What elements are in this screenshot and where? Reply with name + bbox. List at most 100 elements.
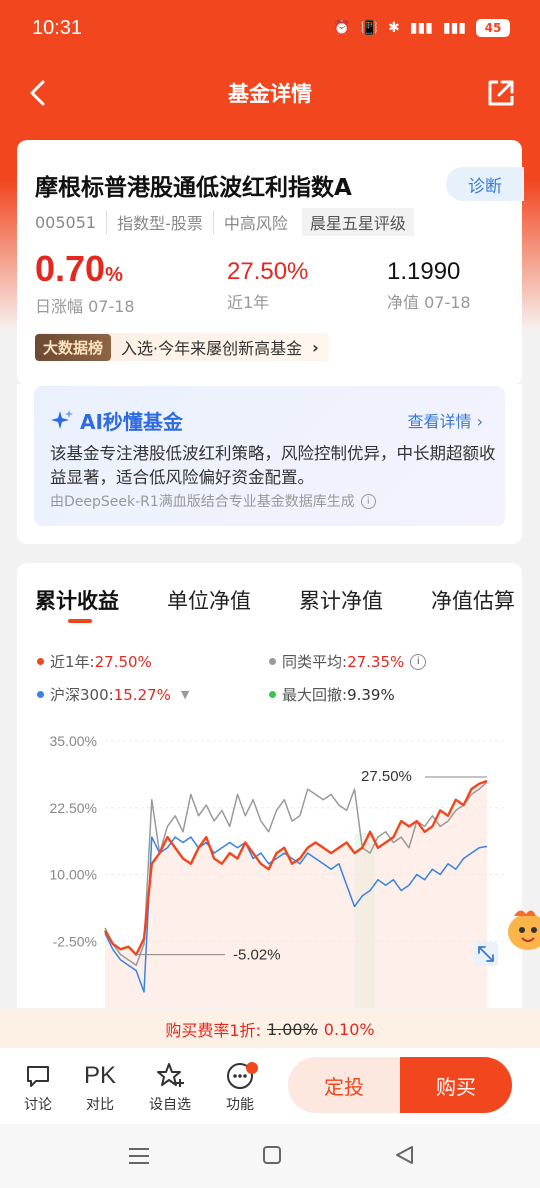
ai-summary-card: AI秒懂基金 查看详情 › 该基金专注港股低波红利策略，风险控制优异，中长期超额… <box>17 384 522 544</box>
fund-summary-card: 摩根标普港股通低波红利指数A 诊断 005051 指数型-股票 中高风险 晨星五… <box>17 140 524 385</box>
ai-view-details-link[interactable]: 查看详情 › <box>408 408 484 432</box>
bigdata-badge: 大数据榜 <box>35 333 112 361</box>
sparkle-icon <box>51 409 73 429</box>
legend-hs300[interactable]: 沪深300: 15.27% ▼ <box>37 684 189 705</box>
one-year-value: 27.50% <box>227 258 309 285</box>
diagnose-button[interactable]: 诊断 <box>446 167 524 201</box>
tab-cumulative-nav[interactable]: 累计净值 <box>299 585 383 615</box>
fixed-investment-button[interactable]: 定投 <box>288 1057 400 1113</box>
fund-area-fill <box>105 781 487 1008</box>
daily-change-value: 0.70 <box>35 248 106 289</box>
status-time: 10:31 <box>32 17 83 39</box>
fund-rating: 晨星五星评级 <box>301 208 414 236</box>
fund-tags: 005051 指数型-股票 中高风险 晨星五星评级 <box>35 208 414 236</box>
one-year-label: 近1年 <box>227 293 270 312</box>
bigdata-ranking-banner[interactable]: 大数据榜 入选·今年来屡创新高基金 › <box>35 333 329 361</box>
home-icon[interactable] <box>262 1145 282 1165</box>
function-button[interactable]: 功能 <box>218 1060 262 1114</box>
chat-bubble-icon <box>27 1066 49 1087</box>
pk-icon: PK <box>83 1062 116 1089</box>
ai-summary-text: 该基金专注港股低波红利策略，风险控制优异，中长期超额收益显著，适合低风险偏好资金… <box>50 444 496 487</box>
function-label: 功能 <box>226 1097 254 1113</box>
min-annotation-label: -5.02% <box>233 947 281 964</box>
buy-button[interactable]: 购买 <box>400 1057 512 1113</box>
star-plus-icon <box>157 1063 184 1087</box>
legend-hs300-value: 15.27% <box>113 685 171 704</box>
ai-source-text: 由DeepSeek-R1满血版结合专业基金数据库生成 <box>50 494 355 510</box>
signal-5g-icon: ▮▮▮ <box>409 20 433 36</box>
ai-source: 由DeepSeek-R1满血版结合专业基金数据库生成 i <box>50 491 376 511</box>
add-watchlist-button[interactable]: 设自选 <box>148 1060 192 1114</box>
fee-original: 1.00% <box>266 1019 318 1039</box>
info-icon[interactable]: i <box>360 493 376 509</box>
compare-button[interactable]: PK 对比 <box>78 1060 122 1114</box>
fund-type: 指数型-股票 <box>106 210 213 234</box>
legend-fund-label: 近1年: <box>50 653 95 671</box>
y-tick-label: 35.00% <box>50 733 97 749</box>
bottom-action-bar: 讨论 PK 对比 设自选 功能 定投 购买 <box>0 1048 540 1124</box>
ai-title-text: AI秒懂基金 <box>80 410 183 434</box>
y-tick-label: 22.50% <box>50 800 97 816</box>
discuss-button[interactable]: 讨论 <box>16 1060 60 1114</box>
bluetooth-icon: ✱ <box>388 20 400 36</box>
y-tick-label: 10.00% <box>50 867 97 883</box>
nav-label: 净值 07-18 <box>387 293 471 312</box>
chevron-right-icon: › <box>312 337 319 357</box>
back-triangle-icon[interactable] <box>394 1145 414 1165</box>
ai-title: AI秒懂基金 <box>50 406 183 435</box>
nav-metric: 1.1990 净值 07-18 <box>387 248 471 313</box>
legend-hs300-label: 沪深300: <box>50 686 114 704</box>
battery-icon: 45 <box>476 19 510 37</box>
compare-label: 对比 <box>86 1097 114 1113</box>
mascot-icon[interactable] <box>500 902 540 958</box>
end-annotation-label: 27.50% <box>361 768 412 785</box>
bigdata-text: 入选·今年来屡创新高基金 <box>121 339 303 358</box>
status-bar: 10:31 ⏰ 📳 ✱ ▮▮▮ ▮▮▮ 45 <box>0 0 540 58</box>
nav-value: 1.1990 <box>387 258 461 285</box>
daily-change-metric: 0.70% 日涨幅 07-18 <box>35 248 135 317</box>
fee-discounted: 0.10% <box>323 1019 375 1039</box>
page-title: 基金详情 <box>228 82 312 106</box>
legend-fund: 近1年: 27.50% <box>37 651 152 672</box>
discuss-label: 讨论 <box>24 1097 52 1113</box>
cumulative-return-chart[interactable]: 35.00% 22.50% 10.00% -2.50% 27.50% -5.02% <box>17 723 522 1008</box>
system-navigation-bar <box>0 1124 540 1188</box>
legend-drawdown-value: 9.39% <box>347 685 395 704</box>
nav-bar: 基金详情 <box>0 58 540 128</box>
legend-average-value: 27.35% <box>347 652 405 671</box>
alarm-icon: ⏰ <box>333 20 351 36</box>
legend-dot-average <box>269 658 276 665</box>
one-year-metric: 27.50% 近1年 <box>227 248 308 313</box>
tab-cumulative-return[interactable]: 累计收益 <box>35 585 119 623</box>
status-icons: ⏰ 📳 ✱ ▮▮▮ ▮▮▮ 45 <box>333 18 510 38</box>
legend-drawdown-label: 最大回撤: <box>282 686 348 704</box>
daily-change-unit: % <box>105 264 123 286</box>
expand-icon[interactable] <box>474 942 498 966</box>
tab-nav-estimate[interactable]: 净值估算 <box>431 585 515 615</box>
legend-average: 同类平均: 27.35% i <box>269 651 427 672</box>
vibrate-icon: 📳 <box>360 20 379 36</box>
ai-summary-panel: AI秒懂基金 查看详情 › 该基金专注港股低波红利策略，风险控制优异，中长期超额… <box>34 386 505 526</box>
y-tick-label: -2.50% <box>53 933 97 949</box>
signal-5g-2-icon: ▮▮▮ <box>442 20 466 36</box>
chart-tabs: 累计收益 单位净值 累计净值 净值估算 <box>35 585 515 623</box>
legend-dot-hs300 <box>37 691 44 698</box>
fund-name: 摩根标普港股通低波红利指数A <box>35 175 352 201</box>
tab-unit-nav[interactable]: 单位净值 <box>167 585 251 615</box>
dropdown-icon[interactable]: ▼ <box>181 688 189 701</box>
legend-fund-value: 27.50% <box>94 652 152 671</box>
performance-chart-card: 累计收益 单位净值 累计净值 净值估算 近1年: 27.50% 同类平均: 27.3… <box>17 563 522 1008</box>
notification-dot <box>246 1062 258 1074</box>
chart-y-ticks: 35.00% 22.50% 10.00% -2.50% <box>50 733 97 949</box>
share-icon[interactable] <box>484 76 518 110</box>
legend-dot-fund <box>37 658 44 665</box>
info-circle-icon[interactable]: i <box>410 653 427 670</box>
fee-bar: 购买费率1折: 1.00% 0.10% <box>0 1010 540 1048</box>
legend-dot-drawdown <box>269 691 276 698</box>
daily-change-label: 日涨幅 07-18 <box>35 297 135 316</box>
legend-drawdown: 最大回撤: 9.39% <box>269 684 395 705</box>
legend-average-label: 同类平均: <box>282 653 348 671</box>
watchlist-label: 设自选 <box>149 1097 191 1113</box>
fee-label: 购买费率1折: <box>165 1021 261 1040</box>
menu-icon[interactable] <box>128 1146 150 1166</box>
